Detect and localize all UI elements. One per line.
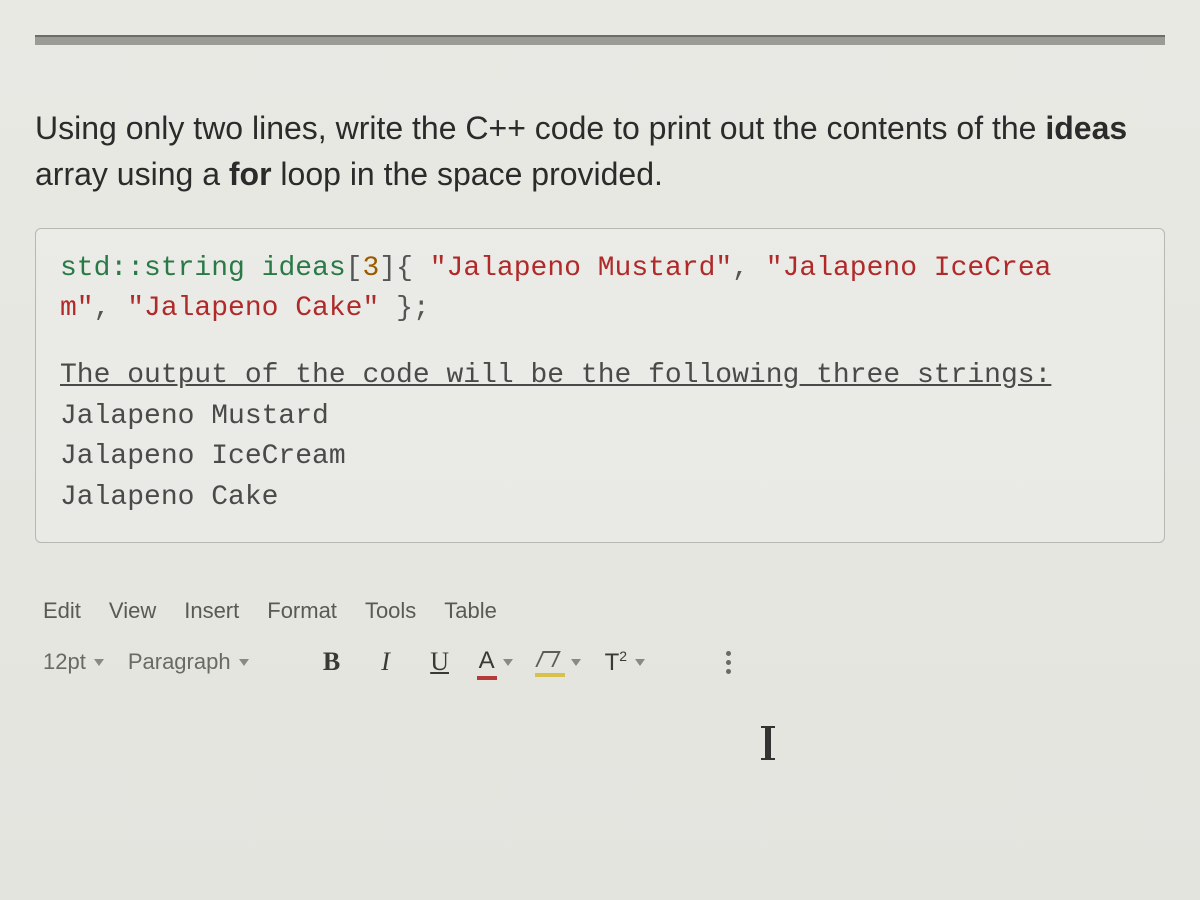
font-size-value: 12pt bbox=[43, 649, 86, 675]
code-sep2: , bbox=[94, 293, 128, 324]
underline-icon: U bbox=[430, 647, 449, 677]
code-str2b: m" bbox=[60, 293, 94, 324]
highlight-dropdown[interactable] bbox=[537, 651, 581, 673]
code-declaration-line2: m", "Jalapeno Cake" }; bbox=[60, 289, 1140, 330]
bold-button[interactable]: B bbox=[317, 644, 347, 680]
superscript-dropdown[interactable]: T2 bbox=[605, 648, 645, 677]
output-header: The output of the code will be the follo… bbox=[60, 356, 1140, 397]
text-color-icon: A bbox=[479, 647, 495, 678]
header-divider bbox=[35, 35, 1165, 45]
output-line-3: Jalapeno Cake bbox=[60, 478, 1140, 519]
question-bold-ideas: ideas bbox=[1045, 110, 1127, 146]
menu-view[interactable]: View bbox=[109, 598, 156, 624]
text-color-dropdown[interactable]: A bbox=[479, 647, 513, 678]
code-type: std::string bbox=[60, 253, 245, 284]
code-bracket-close: ]{ bbox=[379, 253, 429, 284]
editor-body[interactable] bbox=[35, 700, 1165, 760]
chevron-down-icon bbox=[571, 659, 581, 666]
font-size-dropdown[interactable]: 12pt bbox=[43, 649, 104, 675]
code-spacer bbox=[60, 330, 1140, 356]
code-size: 3 bbox=[362, 253, 379, 284]
question-mid: array using a bbox=[35, 156, 229, 192]
more-vertical-icon bbox=[726, 651, 731, 674]
superscript-icon: T2 bbox=[605, 648, 627, 677]
menu-tools[interactable]: Tools bbox=[365, 598, 416, 624]
code-str2a: "Jalapeno IceCrea bbox=[766, 253, 1052, 284]
chevron-down-icon bbox=[239, 659, 249, 666]
menu-table[interactable]: Table bbox=[444, 598, 497, 624]
superscript-t: T bbox=[605, 649, 620, 676]
underline-button[interactable]: U bbox=[425, 644, 455, 680]
output-line-1: Jalapeno Mustard bbox=[60, 397, 1140, 438]
code-str1: "Jalapeno Mustard" bbox=[430, 253, 732, 284]
menu-edit[interactable]: Edit bbox=[43, 598, 81, 624]
highlight-icon bbox=[537, 651, 563, 673]
chevron-down-icon bbox=[503, 659, 513, 666]
code-bracket-open: [ bbox=[346, 253, 363, 284]
menu-format[interactable]: Format bbox=[267, 598, 337, 624]
paragraph-style-value: Paragraph bbox=[128, 649, 231, 675]
question-page: Using only two lines, write the C++ code… bbox=[0, 0, 1200, 900]
chevron-down-icon bbox=[94, 659, 104, 666]
code-sep1: , bbox=[732, 253, 766, 284]
editor-toolbar: 12pt Paragraph B I U A T2 bbox=[35, 638, 1165, 690]
superscript-exp: 2 bbox=[619, 648, 627, 664]
question-post: loop in the space provided. bbox=[280, 156, 662, 192]
code-str3: "Jalapeno Cake" bbox=[127, 293, 379, 324]
menu-insert[interactable]: Insert bbox=[184, 598, 239, 624]
bold-icon: B bbox=[323, 647, 340, 677]
chevron-down-icon bbox=[635, 659, 645, 666]
code-declaration: std::string ideas[3]{ "Jalapeno Mustard"… bbox=[60, 249, 1140, 290]
output-line-2: Jalapeno IceCream bbox=[60, 437, 1140, 478]
text-cursor-icon bbox=[765, 726, 771, 760]
code-end: }; bbox=[379, 293, 429, 324]
italic-icon: I bbox=[381, 647, 390, 677]
question-line1: Using only two lines, write the C++ code… bbox=[35, 110, 1045, 146]
code-block: std::string ideas[3]{ "Jalapeno Mustard"… bbox=[35, 228, 1165, 544]
paragraph-style-dropdown[interactable]: Paragraph bbox=[128, 649, 249, 675]
more-button[interactable] bbox=[713, 644, 743, 680]
italic-button[interactable]: I bbox=[371, 644, 401, 680]
question-prompt: Using only two lines, write the C++ code… bbox=[35, 105, 1165, 198]
question-bold-for: for bbox=[229, 156, 272, 192]
code-var: ideas bbox=[262, 253, 346, 284]
editor-menubar: Edit View Insert Format Tools Table bbox=[35, 598, 1165, 638]
